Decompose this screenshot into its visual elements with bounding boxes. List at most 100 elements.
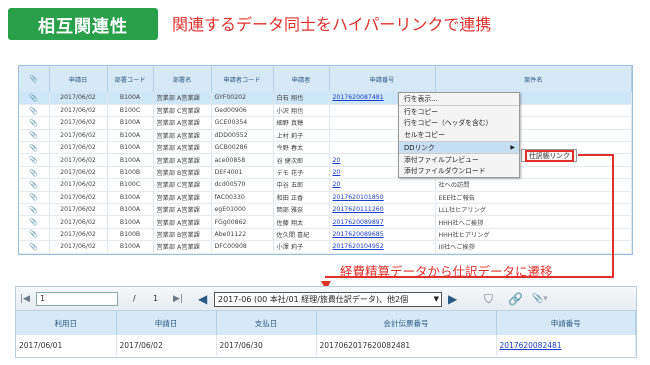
attachment-cell[interactable]: 📎 bbox=[19, 129, 50, 143]
applicant-cell: 谷 健次郎 bbox=[273, 153, 330, 167]
attachment-icon[interactable]: 📎▾ bbox=[532, 292, 548, 306]
attachment-cell[interactable]: 📎 bbox=[19, 215, 50, 229]
table-row[interactable]: 📎2017/06/02B100C営業部 C営業課Ged00906小沢 翔也社訪問 bbox=[19, 104, 632, 118]
number-cell[interactable]: 20 bbox=[329, 178, 436, 192]
menu-item[interactable]: DDリンク ▶ bbox=[399, 141, 519, 153]
link-icon[interactable]: 🔗 bbox=[508, 292, 523, 306]
app-code-cell: GCE00354 bbox=[211, 116, 274, 130]
number-link[interactable]: 2017620087481 bbox=[333, 94, 384, 101]
column-header[interactable]: 申請番号 bbox=[329, 66, 436, 92]
number-link[interactable]: 2017620111260 bbox=[333, 206, 384, 213]
column-header[interactable]: 申請者コード bbox=[211, 66, 274, 92]
attachment-column-header[interactable]: 📎 bbox=[19, 66, 50, 92]
attachment-cell[interactable]: 📎 bbox=[19, 92, 50, 105]
number-cell[interactable]: 2017620089897 bbox=[329, 215, 436, 229]
attachment-cell[interactable]: 📎 bbox=[19, 166, 50, 180]
attachment-cell[interactable]: 📎 bbox=[19, 228, 50, 242]
date-cell: 2017/06/02 bbox=[49, 141, 108, 155]
prev-item-icon[interactable]: ◀ bbox=[198, 292, 207, 306]
dept-code-cell: B100A bbox=[107, 153, 154, 167]
context-menu: 行を表示... 行をコピー 行をコピー（ヘッダを含む） セルをコピー DDリンク ▶ 添付フ… bbox=[398, 92, 520, 178]
submenu-item-label[interactable]: 仕訳帳リンク bbox=[525, 150, 574, 162]
menu-item[interactable]: 添付ファイルダウンロード bbox=[399, 165, 519, 177]
first-page-icon[interactable]: |◀ bbox=[20, 292, 30, 306]
dept-code-cell: B100A bbox=[107, 141, 154, 155]
attachment-cell[interactable]: 📎 bbox=[19, 153, 50, 167]
column-header[interactable]: 申請者 bbox=[273, 66, 330, 92]
app-number-link[interactable]: 2017620082481 bbox=[500, 341, 562, 350]
voucher-cell: 2017062017620082481 bbox=[316, 335, 497, 355]
table-row[interactable]: 📎2017/06/02B100B営業部 B営業課DEF4001デモ 花子20社種… bbox=[19, 166, 632, 180]
menu-item[interactable]: セルをコピー bbox=[399, 129, 519, 141]
column-header[interactable]: 会計伝票番号 bbox=[316, 311, 497, 335]
date-cell: 2017/06/02 bbox=[49, 166, 108, 180]
menu-item[interactable]: 行をコピー（ヘッダを含む） bbox=[399, 117, 519, 129]
dept-cell: 営業部 A営業課 bbox=[153, 191, 212, 205]
number-link[interactable]: 20 bbox=[333, 181, 341, 188]
paperclip-icon: 📎 bbox=[29, 143, 39, 152]
column-header[interactable]: 支払日 bbox=[216, 311, 317, 335]
number-link[interactable]: 2017620101850 bbox=[333, 194, 384, 201]
app-code-cell: Abe01122 bbox=[211, 228, 274, 242]
attachment-cell[interactable]: 📎 bbox=[19, 240, 50, 254]
paperclip-icon: 📎 bbox=[29, 180, 39, 189]
applicant-cell: 今野 春太 bbox=[273, 141, 330, 155]
column-header[interactable]: 利用日 bbox=[16, 311, 117, 335]
menu-item[interactable]: 行をコピー bbox=[399, 105, 519, 117]
menu-item[interactable]: 添付ファイルプレビュー bbox=[399, 153, 519, 165]
number-link[interactable]: 2017620104952 bbox=[333, 243, 384, 250]
attachment-cell[interactable]: 📎 bbox=[19, 141, 50, 155]
column-header[interactable]: 申請日 bbox=[116, 311, 217, 335]
table-row[interactable]: 📎 2017/06/02 B100A 営業部 A営業課 DFC00908 小澤 莉子 201… bbox=[19, 240, 632, 254]
dataset-select[interactable]: 2017-06 (00 本社/01 経理/旅費仕訳データ)、他2個 ▼ bbox=[214, 292, 442, 307]
table-row[interactable]: 📎2017/06/02B100A営業部 A営業課GCE00354細野 真穂社訪問 bbox=[19, 116, 632, 130]
app-number-cell[interactable]: 2017620082481 bbox=[496, 335, 636, 355]
column-header[interactable]: 申請日 bbox=[49, 66, 108, 92]
number-link[interactable]: 2017620089897 bbox=[333, 219, 384, 226]
number-cell[interactable]: 2017620104952 bbox=[329, 240, 436, 254]
menu-item[interactable]: 行を表示... bbox=[399, 93, 519, 105]
number-link[interactable]: 20 bbox=[333, 157, 341, 164]
page-input[interactable]: 1 bbox=[36, 292, 118, 306]
number-cell[interactable]: 2017620111260 bbox=[329, 203, 436, 217]
table-row[interactable]: 📎2017/06/02B100A営業部 A営業課dDD00552上村 莉子社での… bbox=[19, 129, 632, 143]
number-cell[interactable]: 2017620101850 bbox=[329, 191, 436, 205]
toolbar: |◀ 1 / 1 ▶| ◀ 2017-06 (00 本社/01 経理/旅費仕訳デ… bbox=[16, 287, 636, 311]
number-link[interactable]: 2017620089685 bbox=[333, 231, 384, 238]
table-row[interactable]: 📎 2017/06/02 B100C 営業部 C営業課 dcd00570 中谷 五郎 20 社… bbox=[19, 178, 632, 192]
next-page-icon[interactable]: ▶| bbox=[173, 292, 183, 306]
menu-item-label: 行をコピー bbox=[404, 108, 438, 116]
menu-item-label: 行をコピー（ヘッダを含む） bbox=[404, 119, 493, 127]
number-cell[interactable]: 2017620089685 bbox=[329, 228, 436, 242]
filter-clear-icon[interactable]: ⛉ bbox=[484, 292, 493, 306]
column-header[interactable]: 部署コード bbox=[107, 66, 154, 92]
dept-cell: 営業部 A営業課 bbox=[153, 116, 212, 130]
attachment-cell[interactable]: 📎 bbox=[19, 116, 50, 130]
feature-badge: 相互関連性 bbox=[8, 8, 158, 40]
paperclip-icon: 📎 bbox=[29, 131, 39, 140]
table-row[interactable]: 📎 2017/06/02 B100A 営業部 A営業課 FGg00862 佐藤 翔太 201… bbox=[19, 215, 632, 229]
table-row[interactable]: 📎 2017/06/02 B100B 営業部 B営業課 Abe01122 佐久間 喜紀 20… bbox=[19, 228, 632, 242]
number-link[interactable]: 20 bbox=[333, 169, 341, 176]
date-cell: 2017/06/02 bbox=[49, 153, 108, 167]
title-cell: EEE社ご報告 bbox=[435, 191, 632, 205]
dept-cell: 営業部 A営業課 bbox=[153, 129, 212, 143]
column-header[interactable]: 部署名 bbox=[153, 66, 212, 92]
title-cell: 社への訪問 bbox=[435, 178, 632, 192]
table-row[interactable]: 📎 2017/06/02 B100A 営業部 A営業課 fAC00330 和田 正香 201… bbox=[19, 191, 632, 205]
column-header[interactable]: 申請番号 bbox=[496, 311, 636, 335]
dept-cell: 営業部 A営業課 bbox=[153, 153, 212, 167]
table-row[interactable]: 📎 2017/06/02 B100A 営業部 A営業課 GYF00202 白石 翔也 201… bbox=[19, 92, 632, 105]
paperclip-icon: 📎 bbox=[29, 205, 39, 214]
applicant-cell: 上村 莉子 bbox=[273, 129, 330, 143]
attachment-cell[interactable]: 📎 bbox=[19, 203, 50, 217]
attachment-cell[interactable]: 📎 bbox=[19, 178, 50, 192]
column-header[interactable]: 案件名 bbox=[435, 66, 632, 92]
date-cell: 2017/06/02 bbox=[49, 92, 108, 105]
menu-item-label: セルをコピー bbox=[404, 131, 445, 139]
attachment-cell[interactable]: 📎 bbox=[19, 191, 50, 205]
table-row[interactable]: 📎 2017/06/02 B100A 営業部 A営業課 egE01000 岡部 雅奈 201… bbox=[19, 203, 632, 217]
submenu-journal-link[interactable]: 仕訳帳リンク bbox=[521, 149, 577, 162]
next-item-icon[interactable]: ▶ bbox=[448, 292, 457, 306]
attachment-cell[interactable]: 📎 bbox=[19, 104, 50, 118]
